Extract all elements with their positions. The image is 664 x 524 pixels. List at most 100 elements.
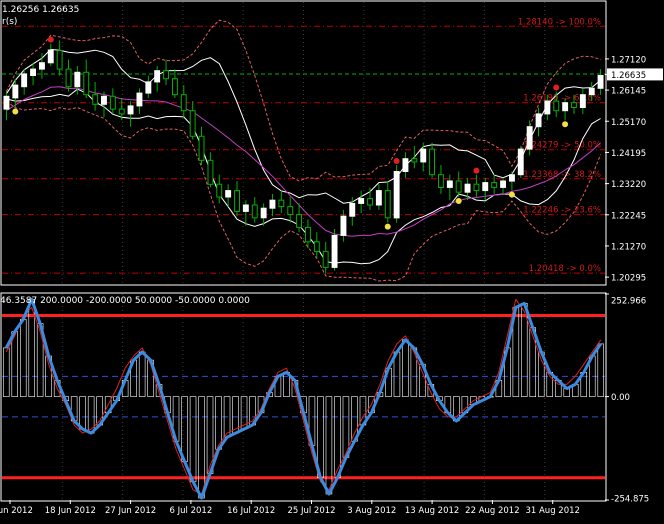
bear-candle bbox=[83, 71, 90, 96]
bear-candle bbox=[367, 198, 374, 206]
osc-tick-label: 252.966 bbox=[611, 297, 646, 307]
bear-candle bbox=[296, 214, 303, 228]
oscillator-panel-frame bbox=[0, 292, 607, 502]
bull-candle bbox=[340, 215, 347, 236]
bull-candle bbox=[420, 148, 427, 163]
bear-candle bbox=[216, 183, 223, 198]
date-tick-label: 16 Jul 2012 bbox=[227, 506, 275, 516]
date-tick-label: 18 Jun 2012 bbox=[45, 506, 96, 516]
date-tick-label: 31 Aug 2012 bbox=[525, 506, 579, 516]
bear-candle bbox=[313, 241, 320, 252]
bear-candle bbox=[553, 100, 560, 112]
price-tick-label: 1.23220 bbox=[611, 180, 646, 190]
red-fractal-marker bbox=[47, 36, 54, 43]
bear-candle bbox=[163, 70, 170, 80]
oscillator-header-info: 46.3587 200.0000 -200.0000 50.0000 -50.0… bbox=[0, 296, 250, 306]
bear-candle bbox=[189, 110, 196, 137]
bull-candle bbox=[464, 183, 471, 193]
bull-candle bbox=[526, 126, 533, 150]
bear-candle bbox=[180, 94, 187, 112]
date-tick-label: 8 Jun 2012 bbox=[0, 506, 33, 516]
date-tick-label: 3 Aug 2012 bbox=[347, 506, 396, 516]
bear-candle bbox=[473, 183, 480, 192]
price-axis: 1.27120 1.26635 1.26145 1.25170 1.24195 1.232… bbox=[605, 55, 663, 284]
main-header-info: 1.26256 1.26635 bbox=[2, 5, 79, 15]
bear-candle bbox=[56, 50, 63, 70]
bull-candle bbox=[375, 190, 382, 206]
bear-candle bbox=[234, 190, 241, 212]
yellow-fractal-marker bbox=[508, 191, 515, 198]
bear-candle bbox=[571, 102, 577, 108]
bull-candle bbox=[136, 92, 143, 107]
red-fractal-marker bbox=[473, 167, 480, 174]
bull-candle bbox=[393, 171, 400, 219]
bear-candle bbox=[172, 78, 178, 96]
bull-candle bbox=[562, 102, 569, 112]
bear-candle bbox=[198, 135, 205, 161]
bull-candle bbox=[225, 190, 232, 198]
bull-candle bbox=[260, 207, 267, 219]
price-tick-label: 1.26145 bbox=[611, 87, 646, 97]
yellow-fractal-marker bbox=[562, 121, 569, 128]
bull-candle bbox=[402, 158, 409, 172]
bear-candle bbox=[305, 226, 311, 243]
bull-candle bbox=[535, 113, 542, 128]
bear-candle bbox=[322, 250, 329, 268]
bull-candle bbox=[39, 62, 45, 70]
bear-candle bbox=[438, 174, 444, 188]
yellow-fractal-marker bbox=[384, 223, 391, 230]
bear-candle bbox=[118, 108, 125, 115]
bear-candle bbox=[207, 159, 214, 185]
fib-level-label: 1.23368 -> 38.2% bbox=[523, 170, 601, 180]
bull-candle bbox=[3, 95, 10, 110]
bull-candle bbox=[269, 199, 276, 209]
yellow-fractal-marker bbox=[12, 108, 19, 115]
bull-candle bbox=[446, 180, 453, 188]
date-tick-label: 25 Jul 2012 bbox=[287, 506, 335, 516]
bull-candle bbox=[500, 180, 507, 188]
bull-candle bbox=[579, 94, 586, 108]
date-tick-label: 6 Jul 2012 bbox=[170, 506, 213, 516]
osc-tick-label: 0.00 bbox=[611, 393, 630, 403]
bull-candle bbox=[242, 204, 249, 212]
current-price-label: 1.26635 bbox=[611, 71, 646, 81]
oscillator-axis: 252.966 0.00 -254.875 bbox=[605, 293, 649, 505]
bull-candle bbox=[331, 234, 338, 268]
bear-candle bbox=[287, 206, 294, 216]
bear-candle bbox=[251, 204, 258, 219]
bull-candle bbox=[127, 105, 134, 115]
bull-candle bbox=[482, 182, 489, 192]
chart-window: 1.28140 -> 100.0% 1.26190 -> 61.8% 1.24279… bbox=[0, 0, 664, 520]
bull-candle bbox=[74, 71, 81, 88]
bear-candle bbox=[109, 95, 116, 110]
bull-candle bbox=[349, 202, 356, 217]
bull-candle bbox=[517, 148, 524, 176]
bull-candle bbox=[544, 100, 551, 115]
price-tick-label: 1.21270 bbox=[611, 242, 646, 252]
bull-candle bbox=[358, 198, 365, 204]
bull-candle bbox=[588, 87, 595, 96]
red-fractal-marker bbox=[393, 158, 400, 165]
bull-candle bbox=[597, 75, 604, 89]
date-tick-label: 13 Aug 2012 bbox=[405, 506, 459, 516]
fib-level-label: 1.22246 -> 23.6% bbox=[523, 206, 601, 216]
bull-candle bbox=[12, 84, 19, 99]
osc-tick-label: -254.875 bbox=[611, 495, 649, 505]
trading-chart: 1.28140 -> 100.0% 1.26190 -> 61.8% 1.24279… bbox=[0, 0, 663, 516]
bull-candle bbox=[101, 95, 107, 105]
bear-candle bbox=[384, 190, 391, 219]
price-tick-label: 1.20295 bbox=[611, 274, 646, 284]
date-tick-label: 27 Jun 2012 bbox=[105, 506, 156, 516]
bear-candle bbox=[278, 199, 285, 208]
fib-level-label: 1.20418 -> 0.0% bbox=[529, 264, 601, 274]
main-header-sub: r(s) bbox=[2, 17, 17, 27]
red-fractal-marker bbox=[553, 84, 560, 91]
price-tick-label: 1.24195 bbox=[611, 149, 646, 159]
date-tick-label: 22 Aug 2012 bbox=[465, 506, 519, 516]
bull-candle bbox=[47, 49, 54, 64]
price-tick-label: 1.27120 bbox=[611, 55, 646, 65]
bull-candle bbox=[509, 174, 515, 182]
bull-candle bbox=[21, 73, 28, 88]
bull-candle bbox=[145, 81, 152, 94]
fib-level-label: 1.28140 -> 100.0% bbox=[518, 17, 601, 27]
